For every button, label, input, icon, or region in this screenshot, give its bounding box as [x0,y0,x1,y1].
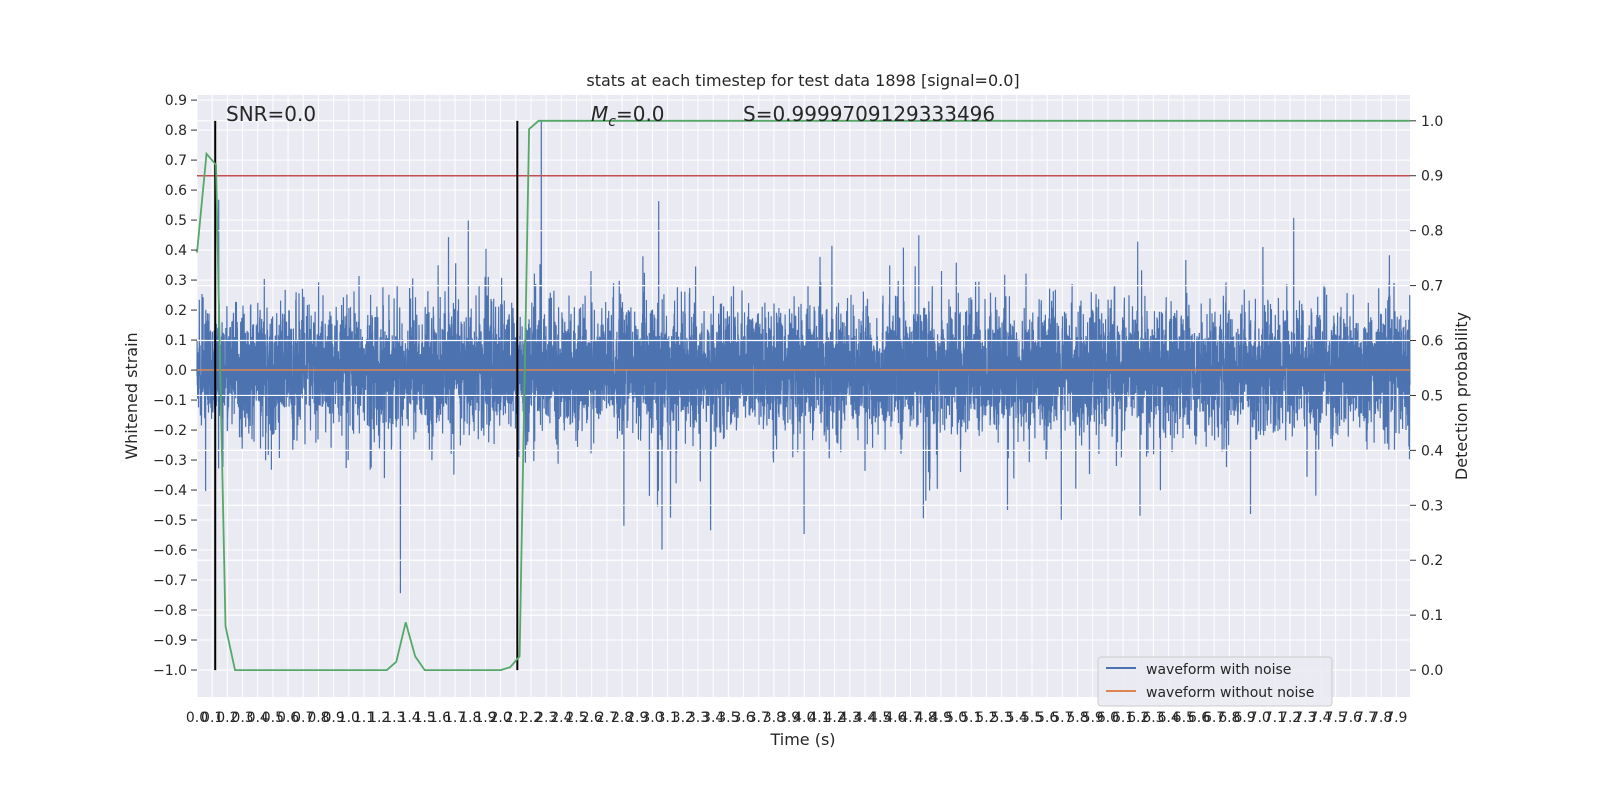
y-tick-label: 0.8 [165,123,187,139]
y-right-tick-label: 0.7 [1421,279,1443,295]
x-tick-label: 7.9 [1385,710,1407,726]
chart: stats at each timestep for test data 189… [122,71,1471,749]
y-right-tick-label: 0.0 [1421,663,1443,679]
x-axis-label: Time (s) [769,730,835,749]
y-tick-label: −0.1 [153,393,187,409]
y-right-tick-label: 0.5 [1421,388,1443,404]
y-tick-label: 0.7 [165,153,187,169]
y-tick-label: −1.0 [153,663,187,679]
y-tick-label: −0.8 [153,603,187,619]
y-tick-label: −0.4 [153,483,187,499]
y-tick-label: 0.6 [165,183,187,199]
y-right-tick-label: 0.1 [1421,608,1443,624]
y-tick-label: 0.4 [165,243,187,259]
s-annotation: S=0.9999709129333496 [743,102,995,126]
y-tick-label: −0.3 [153,453,187,469]
y-right-tick-label: 0.8 [1421,224,1443,240]
snr-annotation: SNR=0.0 [226,102,316,126]
x-tick-labels: 0.00.10.20.30.40.50.60.70.80.91.01.11.21… [186,710,1408,726]
y-right-tick-labels: 1.0 0.9 0.8 0.7 0.6 0.5 0.4 0.3 0.2 0.1 0.0 [1410,114,1443,679]
y-tick-label: −0.5 [153,513,187,529]
y-tick-label: 0.2 [165,303,187,319]
y-right-axis-label: Detection probability [1452,312,1471,480]
y-tick-label: −0.6 [153,543,187,559]
legend-label-without-noise: waveform without noise [1146,685,1314,701]
y-right-tick-label: 0.4 [1421,443,1443,459]
y-right-tick-label: 1.0 [1421,114,1443,130]
y-tick-label: −0.9 [153,633,187,649]
legend-label-with-noise: waveform with noise [1146,662,1291,678]
y-right-tick-label: 0.6 [1421,334,1443,350]
y-right-tick-label: 0.3 [1421,498,1443,514]
y-tick-label: −0.2 [153,423,187,439]
mc-value: =0.0 [616,102,665,126]
y-tick-label: 0.3 [165,273,187,289]
legend: waveform with noise waveform without noi… [1097,656,1333,707]
chart-title: stats at each timestep for test data 189… [586,71,1019,90]
y-tick-label: 0.0 [165,363,187,379]
mc-annotation: Mc=0.0 [591,102,665,130]
mc-symbol: M [591,102,608,126]
y-tick-labels: 0.9 0.8 0.7 0.6 0.5 0.4 0.3 0.2 0.1 0.0 −0.1 −0.2 −0… [153,93,197,679]
y-tick-label: 0.1 [165,333,187,349]
y-right-tick-label: 0.9 [1421,169,1443,185]
y-axis-label: Whitened strain [122,332,141,459]
y-tick-label: 0.9 [165,93,187,109]
y-tick-label: −0.7 [153,573,187,589]
y-tick-label: 0.5 [165,213,187,229]
y-right-tick-label: 0.2 [1421,553,1443,569]
